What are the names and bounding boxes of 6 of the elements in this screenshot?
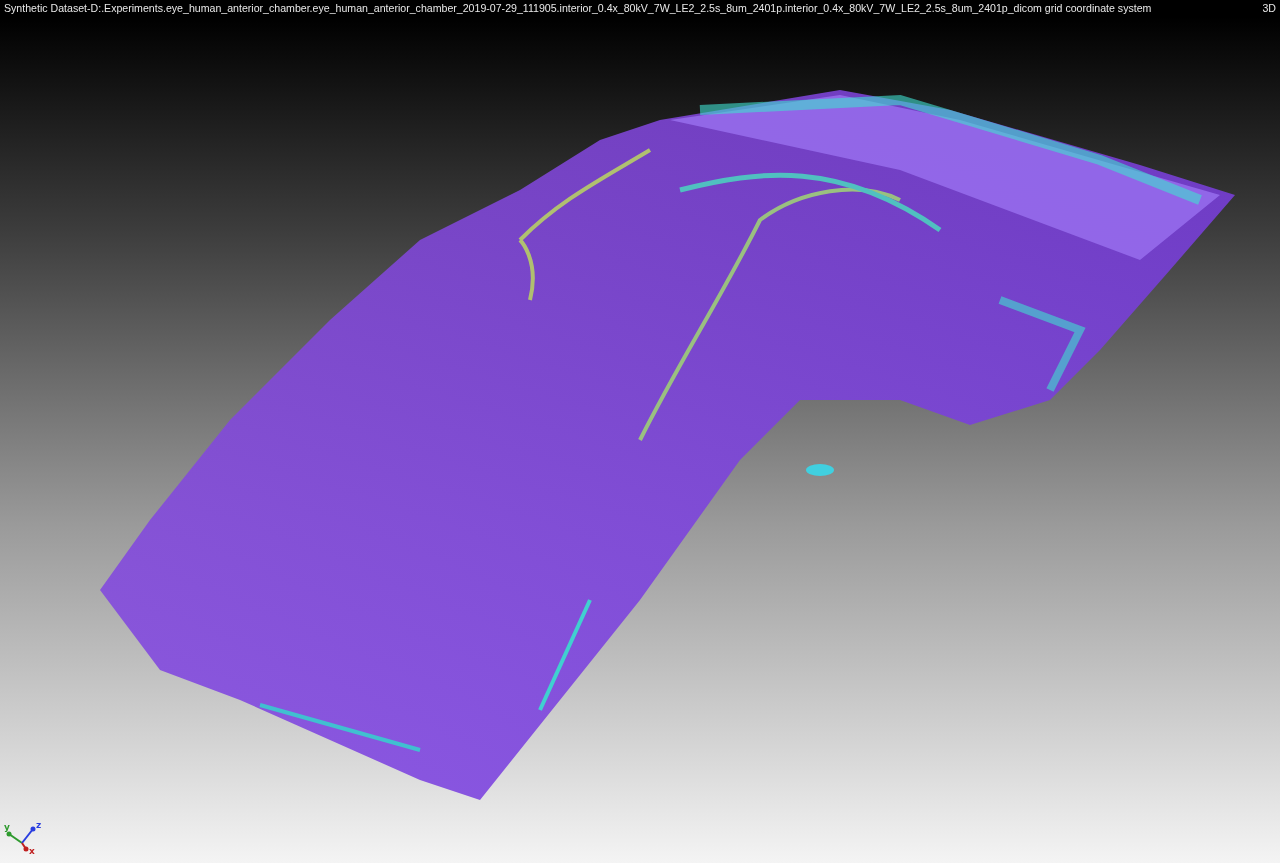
axis-label: y [4,822,10,832]
viewport[interactable]: y z x [0,17,1280,863]
axis-label: x [29,846,35,856]
window-title: Synthetic Dataset-D:.Experiments.eye_human_anterior_chamber.eye_human_anterior_chamber_2019-07-29_111905.interior_0.4x_80kV_7W_LE2_2.5s_8um_2401p.interior_0.4x_80kV_7W_LE2_2.5s_8um_2401p_dicom grid coordinate system [4,1,1152,16]
axis-label: z [36,820,42,830]
view-label: 3D [1262,1,1276,16]
